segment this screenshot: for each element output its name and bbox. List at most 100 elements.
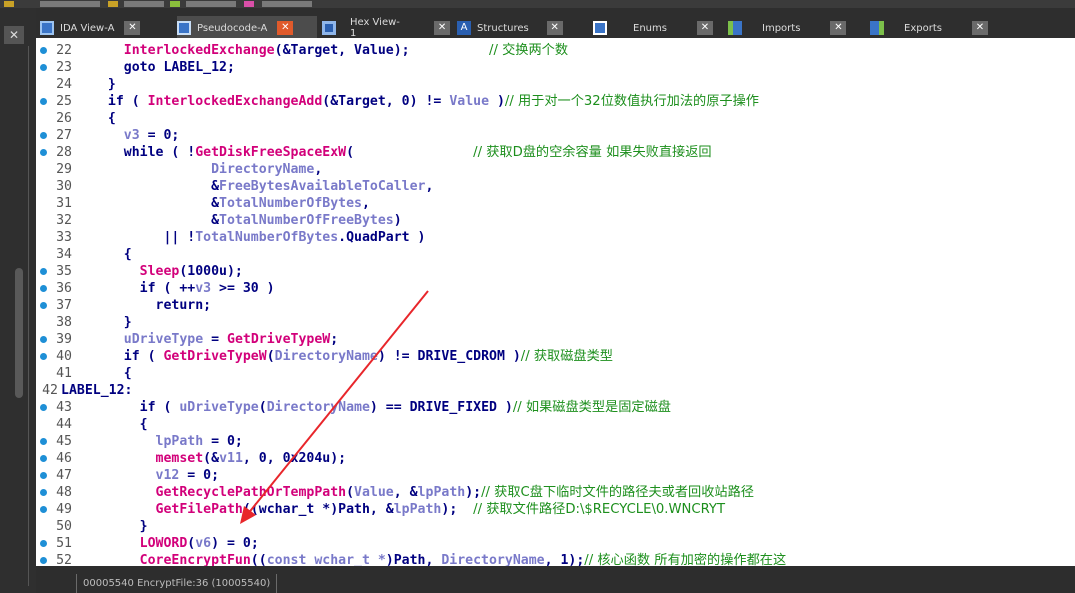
pseudocode-view[interactable]: 22 InterlockedExchange(&Target, Value); … — [36, 38, 1075, 585]
breakpoint-dot-icon[interactable] — [40, 404, 47, 411]
breakpoint-dot-icon[interactable] — [40, 336, 47, 343]
breakpoint-dot-icon[interactable] — [40, 455, 47, 462]
code-text[interactable]: uDriveType = GetDriveTypeW; — [92, 331, 338, 348]
code-text[interactable]: || !TotalNumberOfBytes.QuadPart ) — [92, 229, 425, 246]
code-line[interactable]: 39 uDriveType = GetDriveTypeW; — [36, 331, 1075, 348]
code-line[interactable]: 32 &TotalNumberOfFreeBytes) — [36, 212, 1075, 229]
code-line[interactable]: 51 LOWORD(v6) = 0; — [36, 535, 1075, 552]
code-text[interactable]: LABEL_12: — [61, 382, 132, 399]
code-line[interactable]: 44 { — [36, 416, 1075, 433]
code-text[interactable]: &FreeBytesAvailableToCaller, — [92, 178, 433, 195]
close-icon[interactable]: ✕ — [277, 21, 294, 35]
code-text[interactable]: GetFilePath((wchar_t *)Path, &lpPath); /… — [92, 501, 726, 518]
breakpoint-dot-icon[interactable] — [40, 353, 47, 360]
code-line[interactable]: 35 Sleep(1000u); — [36, 263, 1075, 280]
code-text[interactable]: } — [92, 76, 116, 93]
code-text[interactable]: } — [92, 314, 132, 331]
breakpoint-dot-icon[interactable] — [40, 132, 47, 139]
code-line[interactable]: 38 } — [36, 314, 1075, 331]
breakpoint-dot-icon[interactable] — [40, 489, 47, 496]
code-line[interactable]: 42 LABEL_12: — [36, 382, 1075, 399]
left-scrollbar[interactable] — [15, 268, 23, 398]
code-line[interactable]: 41 { — [36, 365, 1075, 382]
code-token: v11 — [219, 451, 243, 466]
code-text[interactable]: if ( ++v3 >= 30 ) — [92, 280, 275, 297]
code-text[interactable]: lpPath = 0; — [92, 433, 243, 450]
line-number: 41 — [56, 366, 72, 381]
code-line[interactable]: 26 { — [36, 110, 1075, 127]
code-text[interactable]: if ( uDriveType(DirectoryName) == DRIVE_… — [92, 399, 671, 416]
code-token: & — [211, 213, 220, 228]
code-line[interactable]: 40 if ( GetDriveTypeW(DirectoryName) != … — [36, 348, 1075, 365]
breakpoint-dot-icon[interactable] — [40, 268, 47, 275]
code-text[interactable]: LOWORD(v6) = 0; — [92, 535, 259, 552]
code-line[interactable]: 23 goto LABEL_12; — [36, 59, 1075, 76]
code-text[interactable]: { — [92, 365, 132, 382]
code-line[interactable]: 49 GetFilePath((wchar_t *)Path, &lpPath)… — [36, 501, 1075, 518]
code-line[interactable]: 50 } — [36, 518, 1075, 535]
code-line[interactable]: 36 if ( ++v3 >= 30 ) — [36, 280, 1075, 297]
code-line[interactable]: 25 if ( InterlockedExchangeAdd(&Target, … — [36, 93, 1075, 110]
code-text[interactable]: &TotalNumberOfBytes, — [92, 195, 370, 212]
tab-ida-view[interactable]: IDA View-A ✕ — [40, 16, 172, 40]
code-text[interactable]: } — [92, 518, 148, 535]
close-icon[interactable]: ✕ — [546, 21, 563, 35]
code-text[interactable]: InterlockedExchange(&Target, Value); // … — [92, 42, 568, 59]
code-text[interactable]: { — [92, 416, 148, 433]
code-line[interactable]: 28 while ( !GetDiskFreeSpaceExW( // 获取D盘… — [36, 144, 1075, 161]
breakpoint-dot-icon[interactable] — [40, 47, 47, 54]
tab-imports[interactable]: Imports ✕ — [728, 16, 862, 40]
code-text[interactable]: if ( GetDriveTypeW(DirectoryName) != DRI… — [92, 348, 613, 365]
code-line[interactable]: 30 &FreeBytesAvailableToCaller, — [36, 178, 1075, 195]
code-text[interactable]: if ( InterlockedExchangeAdd(&Target, 0) … — [92, 93, 759, 110]
code-line[interactable]: 22 InterlockedExchange(&Target, Value); … — [36, 42, 1075, 59]
code-line[interactable]: 24 } — [36, 76, 1075, 93]
tab-hex-view[interactable]: Hex View-1 ✕ — [322, 16, 450, 40]
breakpoint-dot-icon[interactable] — [40, 285, 47, 292]
breakpoint-dot-icon[interactable] — [40, 64, 47, 71]
code-line[interactable]: 46 memset(&v11, 0, 0x204u); — [36, 450, 1075, 467]
close-icon[interactable]: ✕ — [696, 21, 713, 35]
breakpoint-dot-icon[interactable] — [40, 472, 47, 479]
close-icon[interactable]: ✕ — [434, 21, 450, 35]
code-text[interactable]: &TotalNumberOfFreeBytes) — [92, 212, 402, 229]
tab-exports[interactable]: Exports ✕ — [870, 16, 1010, 40]
code-text[interactable]: Sleep(1000u); — [92, 263, 243, 280]
close-icon[interactable]: ✕ — [124, 21, 141, 35]
code-text[interactable]: { — [92, 246, 132, 263]
code-line[interactable]: 29 DirectoryName, — [36, 161, 1075, 178]
close-icon[interactable]: ✕ — [830, 21, 847, 35]
code-text[interactable]: GetRecyclePathOrTempPath(Value, &lpPath)… — [92, 484, 754, 501]
code-text[interactable]: DirectoryName, — [92, 161, 322, 178]
close-icon[interactable]: ✕ — [4, 26, 24, 44]
breakpoint-dot-icon[interactable] — [40, 557, 47, 564]
breakpoint-dot-icon[interactable] — [40, 149, 47, 156]
close-icon[interactable]: ✕ — [971, 21, 988, 35]
code-text[interactable]: v12 = 0; — [92, 467, 220, 484]
code-text[interactable]: memset(&v11, 0, 0x204u); — [92, 450, 347, 467]
code-text[interactable]: { — [92, 110, 116, 127]
breakpoint-dot-icon[interactable] — [40, 506, 47, 513]
breakpoint-dot-icon[interactable] — [40, 540, 47, 547]
code-line[interactable]: 47 v12 = 0; — [36, 467, 1075, 484]
breakpoint-dot-icon[interactable] — [40, 302, 47, 309]
code-line[interactable]: 37 return; — [36, 297, 1075, 314]
breakpoint-dot-icon[interactable] — [40, 438, 47, 445]
code-line[interactable]: 45 lpPath = 0; — [36, 433, 1075, 450]
code-text[interactable]: return; — [92, 297, 212, 314]
code-line[interactable]: 43 if ( uDriveType(DirectoryName) == DRI… — [36, 399, 1075, 416]
code-text[interactable]: v3 = 0; — [92, 127, 180, 144]
tab-pseudocode[interactable]: Pseudocode-A ✕ — [177, 16, 317, 40]
code-line[interactable]: 31 &TotalNumberOfBytes, — [36, 195, 1075, 212]
breakpoint-dot-icon[interactable] — [40, 98, 47, 105]
code-text[interactable]: while ( !GetDiskFreeSpaceExW( // 获取D盘的空余… — [92, 144, 712, 161]
tab-enums[interactable]: Enums ✕ — [593, 16, 723, 40]
code-text[interactable]: goto LABEL_12; — [92, 59, 235, 76]
tab-structures[interactable]: A Structures ✕ — [457, 16, 589, 40]
line-number: 24 — [56, 77, 72, 92]
code-token: v6 — [195, 536, 212, 551]
code-line[interactable]: 27 v3 = 0; — [36, 127, 1075, 144]
code-line[interactable]: 48 GetRecyclePathOrTempPath(Value, &lpPa… — [36, 484, 1075, 501]
code-line[interactable]: 34 { — [36, 246, 1075, 263]
code-line[interactable]: 33 || !TotalNumberOfBytes.QuadPart ) — [36, 229, 1075, 246]
